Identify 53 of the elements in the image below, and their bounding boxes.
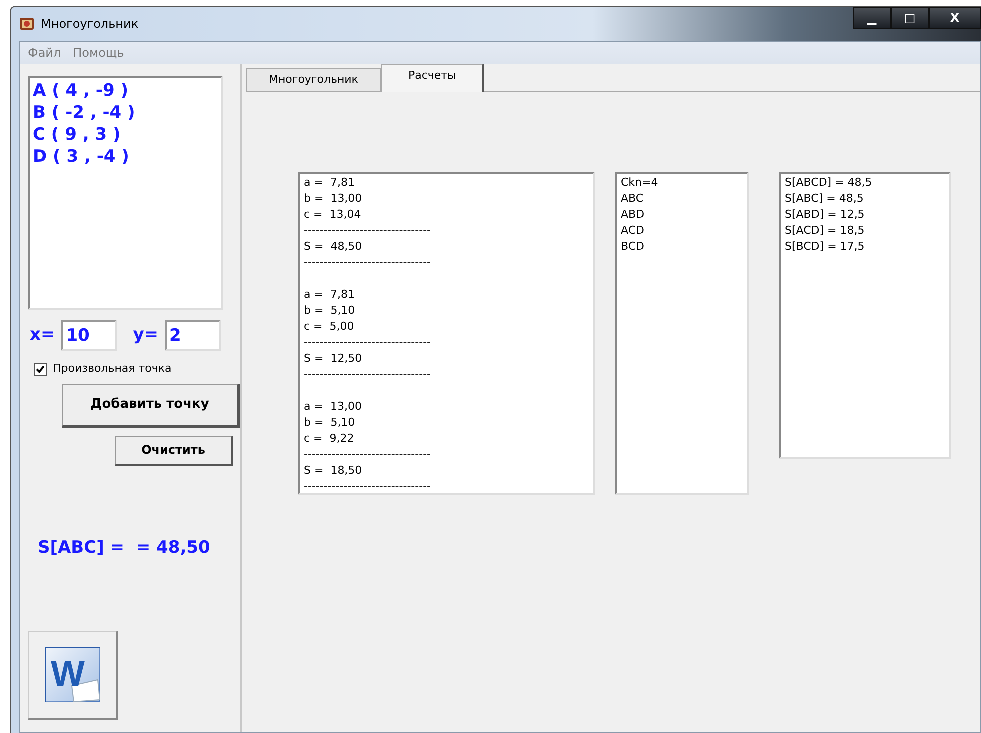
x-label: x= — [30, 324, 56, 347]
text-line: S = 18,50 — [304, 463, 364, 479]
list-item[interactable]: B ( -2 , -4 ) — [33, 102, 218, 124]
text-line: S[ACD] = 18,5 — [785, 223, 866, 239]
text-line: -------------------------------- — [304, 255, 432, 271]
text-line: ABC — [621, 191, 645, 207]
text-line: -------------------------------- — [304, 367, 432, 383]
points-list[interactable]: A ( 4 , -9 ) B ( -2 , -4 ) C ( 9 , 3 ) D ( 3 , -4 ) — [28, 76, 223, 310]
tab[interactable]: Многоугольник — [246, 68, 382, 91]
close-button[interactable]: X — [929, 7, 981, 29]
text-line: -------------------------------- — [304, 335, 432, 351]
text-line: c = 13,04 — [304, 207, 362, 223]
minimize-button[interactable]: ▁ — [853, 7, 891, 29]
text-line: ABD — [621, 207, 646, 223]
text-line: ACD — [621, 223, 646, 239]
app-icon — [19, 16, 35, 32]
text-line: b = 5,10 — [304, 415, 356, 431]
add-point-button[interactable]: Добавить точку — [62, 384, 240, 428]
list-item[interactable]: C ( 9 , 3 ) — [33, 124, 218, 146]
menu-item[interactable]: Файл — [28, 44, 62, 62]
area-result: S[ABC] = = 48,50 — [38, 536, 212, 560]
text-line: S[ABC] = 48,5 — [785, 191, 865, 207]
list-item[interactable]: A ( 4 , -9 ) — [33, 80, 218, 102]
word-button[interactable]: W — [28, 631, 118, 720]
document-icon: W — [44, 646, 102, 704]
tab[interactable]: Расчеты — [381, 64, 484, 92]
checkbox-label: Произвольная точка — [53, 361, 172, 377]
text-line: S[ABD] = 12,5 — [785, 207, 866, 223]
window-title: Многоугольник — [41, 16, 139, 33]
y-label: y= — [133, 324, 159, 347]
checkbox[interactable] — [34, 362, 47, 376]
list-item[interactable]: D ( 3 , -4 ) — [33, 146, 218, 168]
text-line: b = 5,10 — [304, 303, 356, 319]
text-line: a = 7,81 — [304, 287, 356, 303]
text-line: a = 13,00 — [304, 399, 363, 415]
text-line: c = 5,00 — [304, 319, 356, 335]
text-line: a = 7,81 — [304, 175, 356, 191]
text-line: S = 48,50 — [304, 239, 364, 255]
text-line: Ckn=4 — [621, 175, 660, 191]
text-line: -------------------------------- — [304, 479, 432, 495]
input-field[interactable]: 2 — [164, 320, 221, 351]
text-line: c = 9,22 — [304, 431, 356, 447]
text-line: -------------------------------- — [304, 223, 432, 239]
text-line: S[BCD] = 17,5 — [785, 239, 866, 255]
text-line: S = 12,50 — [304, 351, 364, 367]
text-line: -------------------------------- — [304, 447, 432, 463]
maximize-button[interactable]: □ — [891, 7, 929, 29]
clear-button[interactable]: Очистить — [115, 436, 233, 466]
text-line: BCD — [621, 239, 646, 255]
menu-item[interactable]: Помощь — [73, 44, 124, 62]
text-line: b = 13,00 — [304, 191, 364, 207]
text-line: S[ABCD] = 48,5 — [785, 175, 874, 191]
input-field[interactable]: 10 — [61, 320, 118, 351]
